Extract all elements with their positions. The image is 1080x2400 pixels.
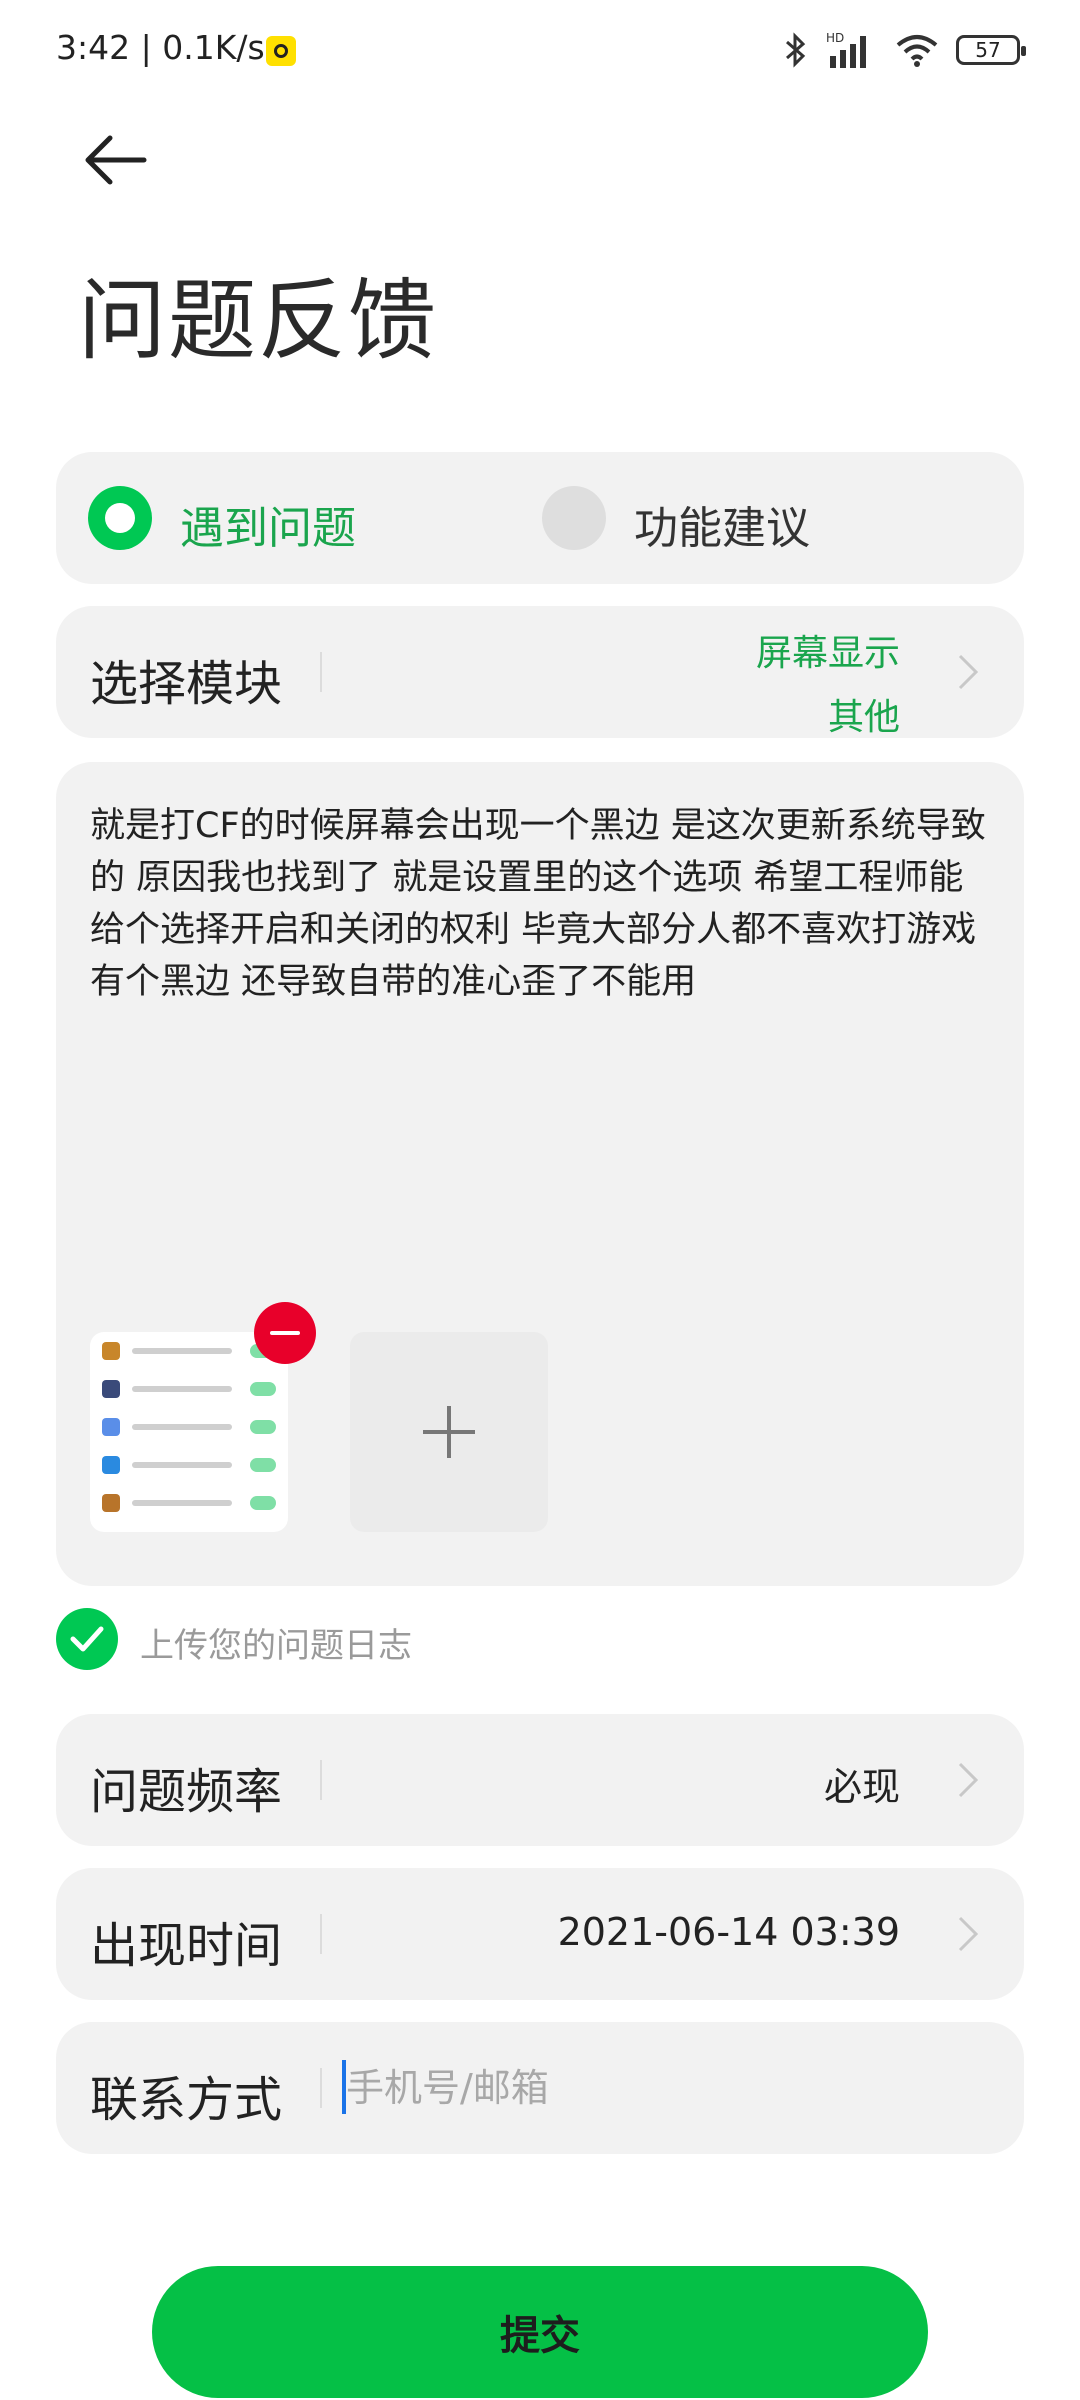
- thumb-line: [132, 1500, 232, 1506]
- divider: [320, 2068, 322, 2108]
- module-label: 选择模块: [90, 656, 283, 712]
- contact-input[interactable]: [346, 2052, 986, 2124]
- app-icon: [102, 1380, 120, 1398]
- chevron-right-icon: [958, 1762, 979, 1798]
- remove-screenshot-button[interactable]: [254, 1302, 316, 1364]
- app-icon: [102, 1418, 120, 1436]
- screenshot-thumbnail[interactable]: [90, 1332, 288, 1532]
- signal-hd-icon: HD: [826, 30, 878, 70]
- description-text[interactable]: 就是打CF的时候屏幕会出现一个黑边 是这次更新系统导致的 原因我也找到了 就是设…: [90, 800, 990, 1008]
- thumb-line: [132, 1462, 232, 1468]
- thumb-line: [132, 1348, 232, 1354]
- toggle-icon: [250, 1420, 276, 1434]
- option-suggestion-label[interactable]: 功能建议: [634, 492, 810, 556]
- page-title: 问题反馈: [78, 269, 439, 372]
- occur-time-label: 出现时间: [90, 1918, 283, 1974]
- add-screenshot-button[interactable]: [350, 1332, 548, 1532]
- contact-row: 联系方式: [56, 2022, 1024, 2154]
- occur-time-selector[interactable]: 出现时间 2021-06-14 03:39: [56, 1868, 1024, 2000]
- thumb-row: [90, 1484, 288, 1522]
- thumb-row: [90, 1370, 288, 1408]
- status-icons: HD 57: [784, 30, 1026, 70]
- divider: [320, 1914, 322, 1954]
- app-icon: [102, 1494, 120, 1512]
- module-value-primary: 屏幕显示: [755, 633, 900, 674]
- module-values: 屏幕显示 其他: [756, 622, 900, 750]
- notification-badge-icon: [266, 36, 296, 66]
- submit-button[interactable]: 提交: [152, 2266, 928, 2398]
- status-bar: 3:42 | 0.1K/s HD 57: [0, 0, 1080, 100]
- toggle-icon: [250, 1496, 276, 1510]
- thumb-row: [90, 1408, 288, 1446]
- divider: [320, 652, 322, 692]
- back-button[interactable]: [82, 130, 152, 190]
- back-arrow-icon: [85, 135, 147, 185]
- thumb-line: [132, 1386, 232, 1392]
- contact-label: 联系方式: [90, 2072, 283, 2128]
- frequency-label: 问题频率: [90, 1764, 283, 1820]
- description-box[interactable]: 就是打CF的时候屏幕会出现一个黑边 是这次更新系统导致的 原因我也找到了 就是设…: [56, 762, 1024, 1586]
- toggle-icon: [250, 1458, 276, 1472]
- frequency-value: 必现: [823, 1765, 900, 1809]
- log-upload-label[interactable]: 上传您的问题日志: [140, 1618, 412, 1667]
- log-upload-checkbox[interactable]: [56, 1608, 118, 1670]
- wifi-icon: [896, 33, 938, 67]
- battery-icon: 57: [956, 35, 1026, 65]
- app-icon: [102, 1342, 120, 1360]
- check-icon: [70, 1626, 104, 1652]
- module-value-secondary: 其他: [827, 697, 900, 738]
- bluetooth-icon: [784, 32, 808, 68]
- app-icon: [102, 1456, 120, 1474]
- frequency-selector[interactable]: 问题频率 必现: [56, 1714, 1024, 1846]
- chevron-right-icon: [958, 654, 979, 690]
- thumb-row: [90, 1446, 288, 1484]
- module-selector[interactable]: 选择模块 屏幕显示 其他: [56, 606, 1024, 738]
- divider: [320, 1760, 322, 1800]
- feedback-type-selector: 遇到问题 功能建议: [56, 452, 1024, 584]
- occur-time-value: 2021-06-14 03:39: [557, 1910, 900, 1954]
- chevron-right-icon: [958, 1916, 979, 1952]
- option-problem-label[interactable]: 遇到问题: [180, 492, 356, 556]
- radio-problem[interactable]: [88, 486, 152, 550]
- radio-suggestion[interactable]: [542, 486, 606, 550]
- svg-text:HD: HD: [826, 31, 844, 45]
- toggle-icon: [250, 1382, 276, 1396]
- status-time: 3:42 | 0.1K/s: [56, 28, 265, 67]
- thumb-line: [132, 1424, 232, 1430]
